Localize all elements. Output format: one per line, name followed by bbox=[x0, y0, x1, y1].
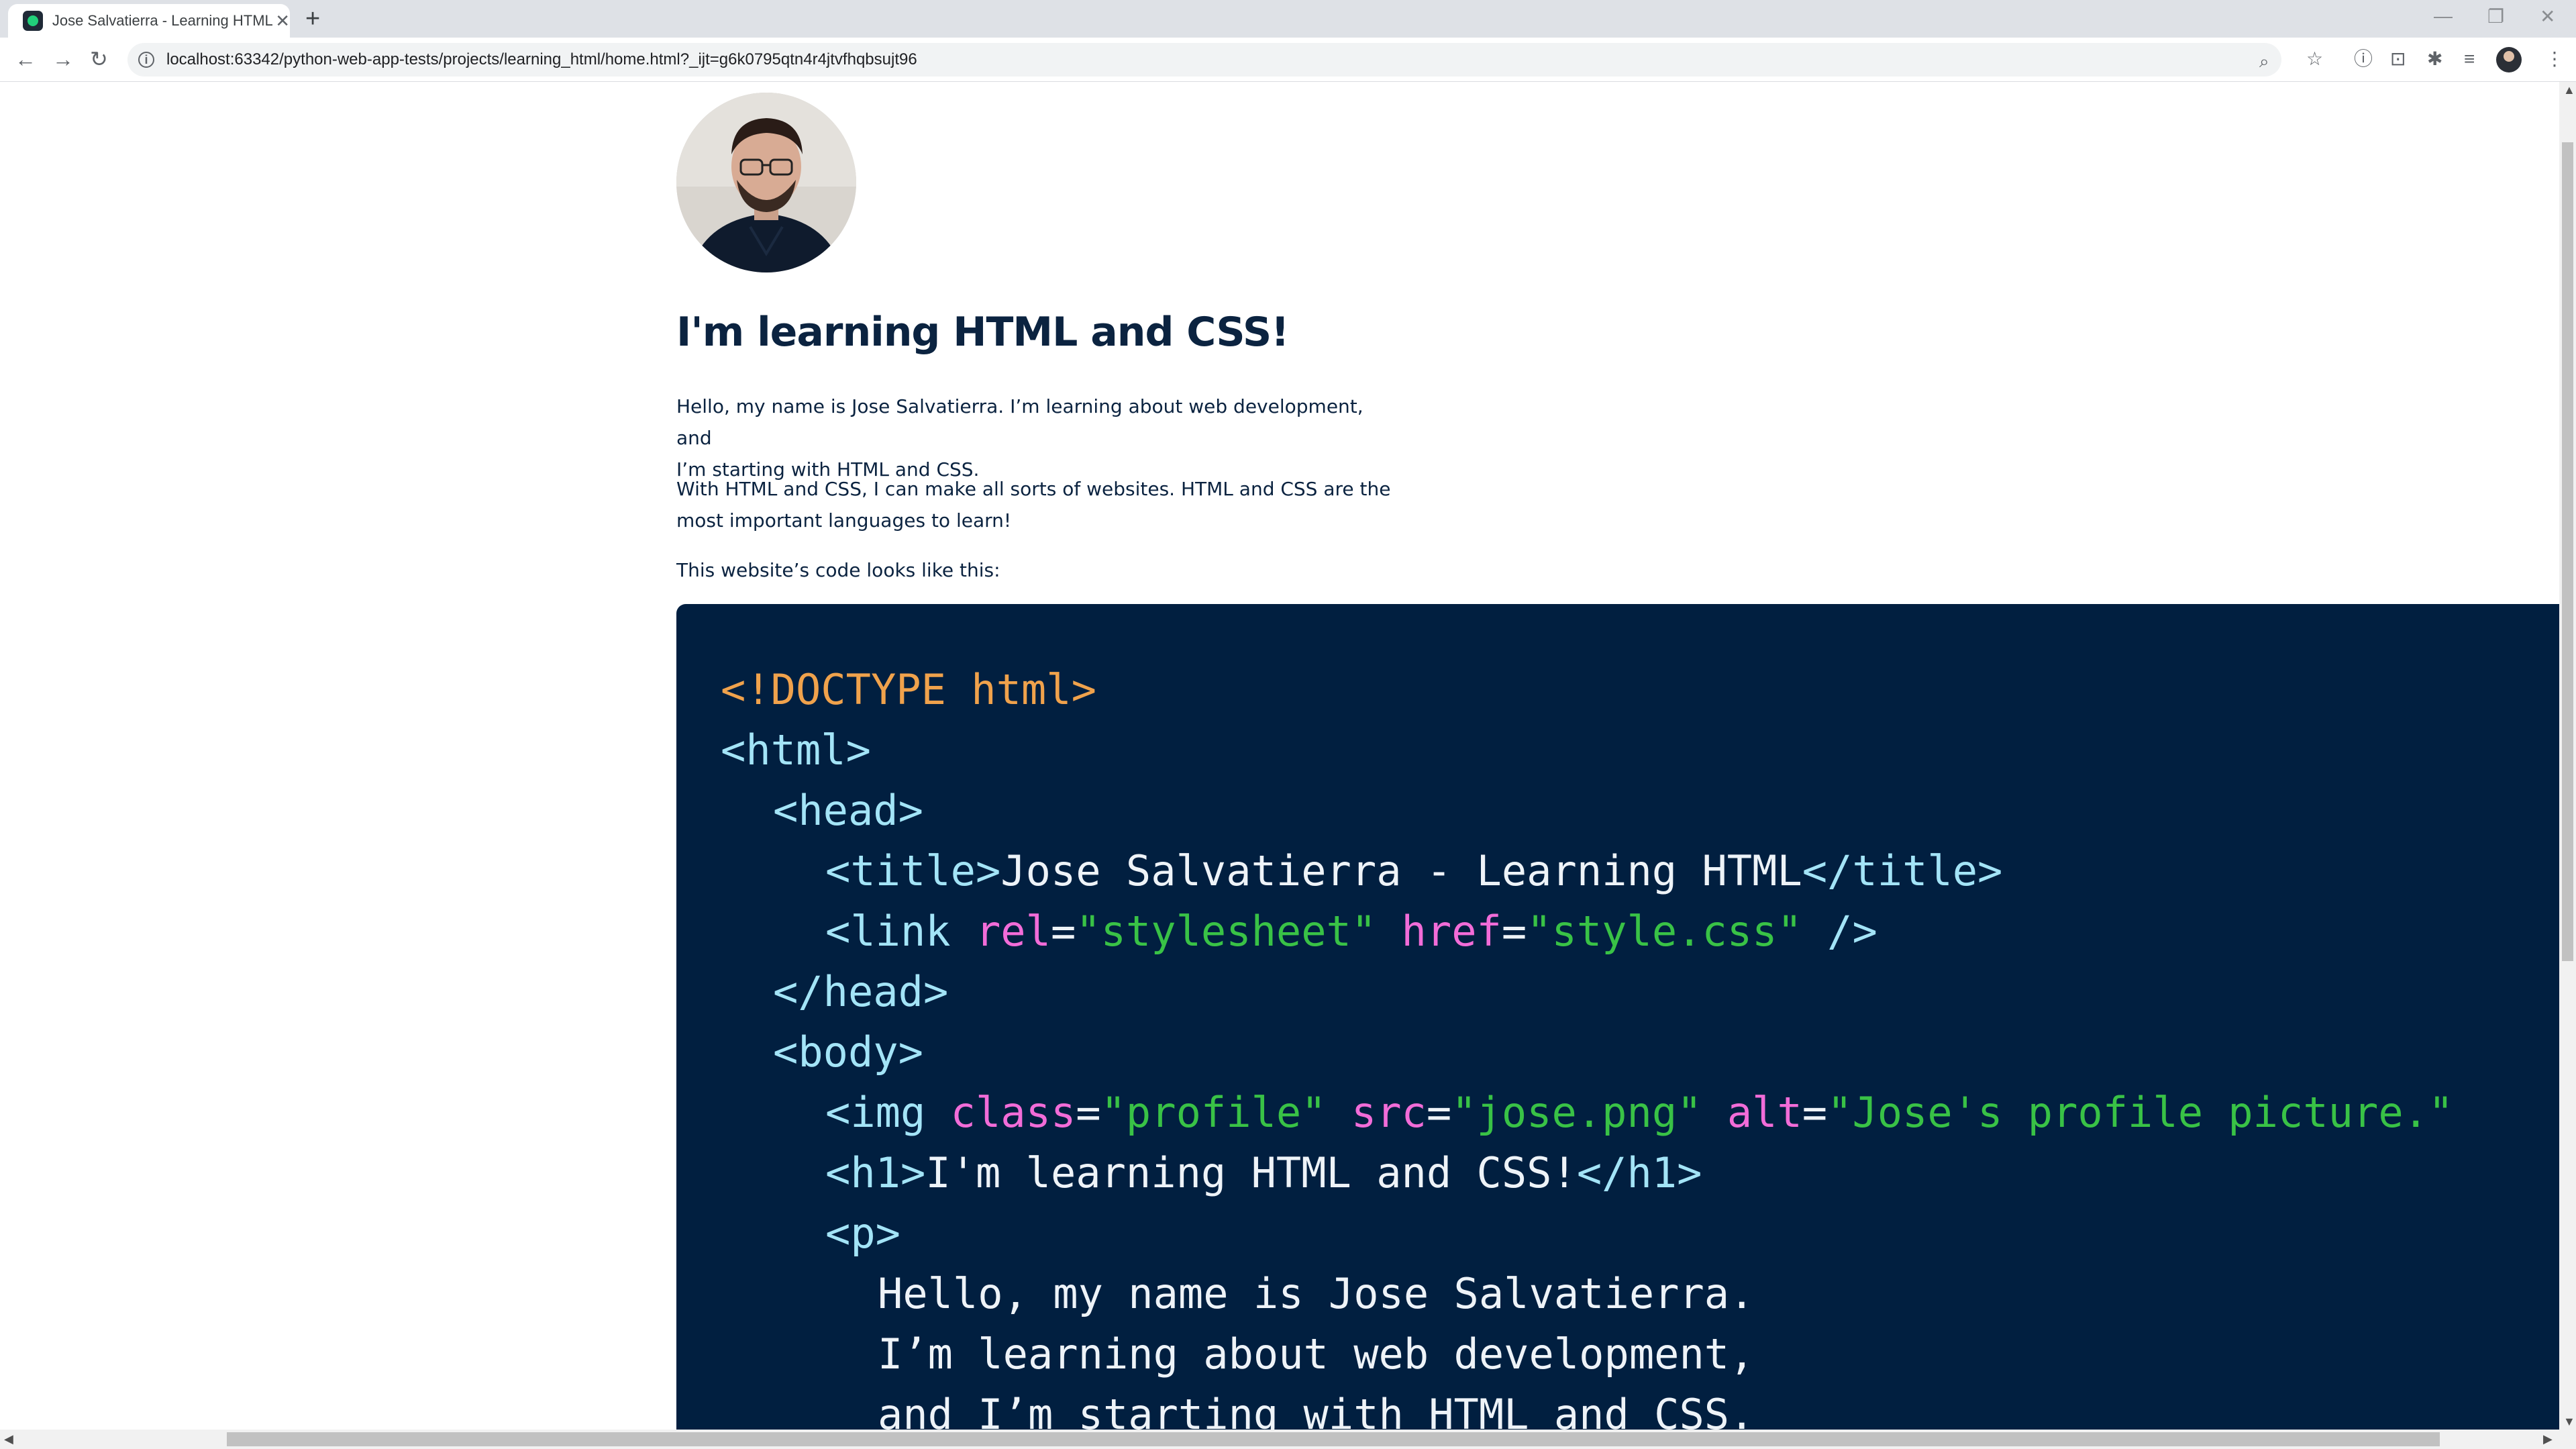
code-line-13: and I’m starting with HTML and CSS. bbox=[878, 1390, 1755, 1430]
restore-icon[interactable]: ❐ bbox=[2487, 5, 2504, 28]
horizontal-scroll-thumb[interactable] bbox=[227, 1432, 2440, 1446]
bookmark-star-icon[interactable]: ☆ bbox=[2306, 46, 2323, 72]
address-bar[interactable]: i localhost:63342/python-web-app-tests/p… bbox=[127, 43, 2281, 77]
minimize-icon[interactable]: — bbox=[2434, 5, 2453, 27]
url-text[interactable]: localhost:63342/python-web-app-tests/pro… bbox=[166, 50, 917, 69]
scroll-up-arrow-icon[interactable]: ▲ bbox=[2563, 83, 2575, 97]
new-tab-button[interactable]: + bbox=[305, 5, 320, 32]
close-window-icon[interactable]: ✕ bbox=[2540, 5, 2555, 28]
forward-button[interactable]: → bbox=[52, 44, 74, 74]
code-intro-paragraph: This website’s code looks like this: bbox=[676, 559, 1000, 581]
code-line-4: <title>Jose Salvatierra - Learning HTML<… bbox=[825, 846, 2003, 895]
second-line-2: most important languages to learn! bbox=[676, 509, 1012, 532]
vertical-scroll-thumb[interactable] bbox=[2562, 142, 2573, 961]
profile-picture bbox=[676, 93, 856, 272]
favicon-icon bbox=[23, 11, 43, 31]
code-line-6: </head> bbox=[773, 967, 949, 1016]
code-line-1: <!DOCTYPE html> bbox=[721, 665, 1096, 714]
reload-button[interactable]: ↻ bbox=[90, 44, 108, 74]
camera-icon[interactable]: ⊡ bbox=[2390, 46, 2406, 72]
browser-toolbar: ← → ↻ i localhost:63342/python-web-app-t… bbox=[0, 38, 2576, 82]
code-line-2: <html> bbox=[721, 726, 871, 775]
scroll-left-arrow-icon[interactable]: ◀ bbox=[4, 1432, 13, 1446]
close-icon[interactable]: ✕ bbox=[275, 11, 290, 32]
tab-title: Jose Salvatierra - Learning HTML bbox=[52, 12, 273, 29]
page-viewport: I'm learning HTML and CSS! Hello, my nam… bbox=[0, 82, 2559, 1430]
profile-avatar-icon[interactable] bbox=[2496, 47, 2522, 72]
scroll-right-arrow-icon[interactable]: ▶ bbox=[2543, 1432, 2553, 1446]
code-line-5: <link rel="stylesheet" href="style.css" … bbox=[825, 907, 1877, 956]
intro-paragraph: Hello, my name is Jose Salvatierra. I’m … bbox=[676, 391, 1401, 485]
code-line-10: <p> bbox=[825, 1209, 900, 1258]
code-line-9: <h1>I'm learning HTML and CSS!</h1> bbox=[825, 1148, 1702, 1197]
second-line-1: With HTML and CSS, I can make all sorts … bbox=[676, 478, 1391, 500]
reading-list-icon[interactable]: ≡ bbox=[2464, 46, 2475, 72]
second-paragraph: With HTML and CSS, I can make all sorts … bbox=[676, 473, 1401, 536]
extension-info-icon[interactable]: ⓘ bbox=[2354, 46, 2373, 72]
zoom-icon[interactable]: ⌕ bbox=[2259, 51, 2269, 72]
browser-tab[interactable]: Jose Salvatierra - Learning HTML ✕ bbox=[8, 4, 290, 38]
page-title: I'm learning HTML and CSS! bbox=[676, 309, 1290, 356]
tab-strip: Jose Salvatierra - Learning HTML ✕ + — ❐… bbox=[0, 0, 2576, 38]
intro-line-1: Hello, my name is Jose Salvatierra. I’m … bbox=[676, 395, 1363, 449]
code-line-12: I’m learning about web development, bbox=[878, 1330, 1755, 1379]
back-button[interactable]: ← bbox=[15, 44, 36, 74]
code-line-8: <img class="profile" src="jose.png" alt=… bbox=[825, 1088, 2454, 1137]
code-block: <!DOCTYPE html> <html> <head> <title>Jos… bbox=[676, 604, 2559, 1430]
puzzle-extensions-icon[interactable]: ✱ bbox=[2427, 46, 2442, 72]
menu-dots-icon[interactable]: ⋮ bbox=[2545, 46, 2564, 72]
info-icon[interactable]: i bbox=[138, 52, 154, 68]
code-line-3: <head> bbox=[773, 786, 923, 835]
code-line-7: <body> bbox=[773, 1028, 923, 1077]
scroll-down-arrow-icon[interactable]: ▼ bbox=[2563, 1415, 2575, 1429]
code-line-11: Hello, my name is Jose Salvatierra. bbox=[878, 1269, 1755, 1318]
browser-chrome: Jose Salvatierra - Learning HTML ✕ + — ❐… bbox=[0, 0, 2576, 82]
